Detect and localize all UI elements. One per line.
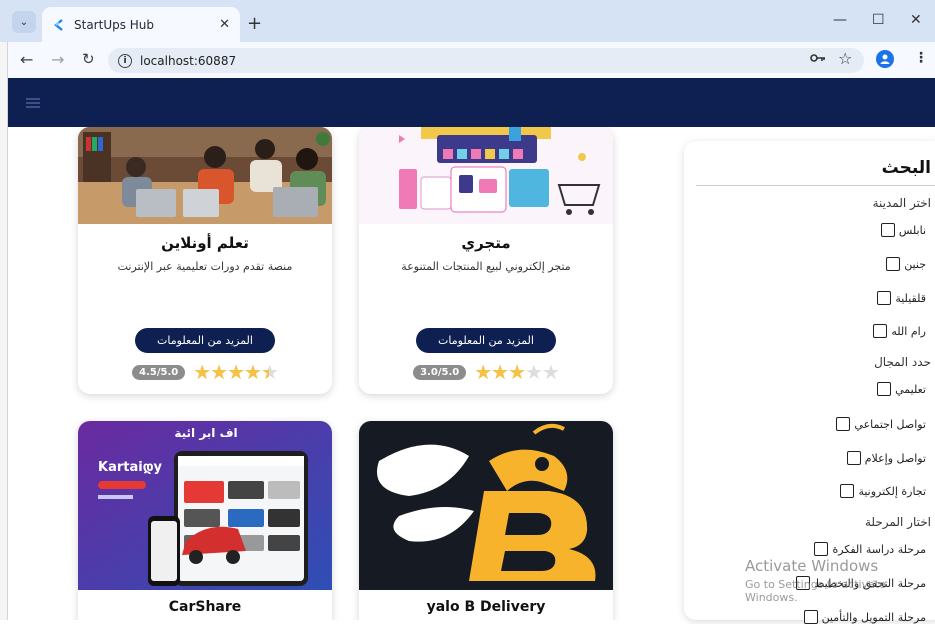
checkbox[interactable]: [803, 610, 818, 624]
tab-search-dropdown-button[interactable]: ⌄: [12, 11, 36, 33]
checkbox-label: تجارة إلكترونية: [858, 484, 926, 498]
checkbox-label: مرحلة التمويل والتأمين: [821, 610, 926, 624]
startup-image-my-store: [359, 127, 613, 224]
password-key-icon[interactable]: [810, 52, 826, 68]
search-title: البحث: [881, 158, 931, 178]
window-left-edge: [0, 42, 8, 620]
checkbox[interactable]: [880, 223, 895, 237]
checkbox-label: تواصل وإعلام: [864, 451, 926, 465]
startup-name: تعلم أونلاين: [161, 234, 249, 252]
checkbox[interactable]: [846, 451, 861, 465]
startup-description: منصة تقدم دورات تعليمية عبر الإنترنت: [117, 260, 293, 273]
site-info-icon[interactable]: i: [118, 53, 132, 68]
checkbox-label: جنين: [904, 257, 926, 271]
address-bar[interactable]: i localhost:60887: [108, 48, 864, 73]
checkbox-label: مرحلة دراسة الفكرة: [832, 542, 926, 556]
activate-windows-hint: Go to Settings to activate Windows.: [745, 578, 886, 604]
minimize-button[interactable]: —: [833, 12, 847, 28]
activate-windows-watermark: Activate Windows: [745, 557, 879, 575]
stage-filter-idea[interactable]: مرحلة دراسة الفكرة: [814, 542, 926, 556]
more-info-button[interactable]: المزيد من المعلومات: [135, 328, 275, 353]
browser-menu-icon[interactable]: ⋮: [914, 50, 928, 66]
back-button[interactable]: ←: [20, 50, 33, 69]
startup-description: متجر إلكتروني لبيع المنتجات المتنوعة: [401, 260, 571, 273]
stage-filter-funding[interactable]: مرحلة التمويل والتأمين: [803, 610, 926, 624]
checkbox-label: رام الله: [891, 324, 926, 338]
city-filter-qalqilya[interactable]: قلقيلية: [877, 291, 926, 305]
checkbox[interactable]: [836, 417, 851, 431]
star-rating: ★★★★★★★★★★: [193, 360, 279, 384]
tab-close-icon[interactable]: ✕: [219, 17, 230, 32]
checkbox-label: تواصل اجتماعي: [854, 417, 926, 431]
checkbox-label: تعليمي: [895, 382, 926, 396]
startup-name: متجري: [461, 234, 511, 252]
checkbox[interactable]: [873, 324, 888, 338]
bookmark-star-icon[interactable]: ☆: [838, 49, 852, 68]
startup-card-carshare: اف ابر ائية Kartaiდy CarShare: [78, 421, 332, 620]
rating-row: 3.0/5.0 ★★★★★★★★★★: [359, 362, 613, 382]
field-heading: حدد المجال: [874, 355, 931, 369]
divider: [696, 185, 935, 186]
rating-row: 4.5/5.0 ★★★★★★★★★★: [78, 362, 332, 382]
city-heading: اختر المدينة: [872, 196, 931, 210]
rating-badge: 3.0/5.0: [413, 364, 467, 380]
app-header: [8, 78, 935, 127]
maximize-button[interactable]: ☐: [872, 12, 885, 28]
more-info-button[interactable]: المزيد من المعلومات: [416, 328, 556, 353]
startup-image-online-learning: [78, 127, 332, 224]
tab-title: StartUps Hub: [74, 17, 155, 32]
field-filter-social[interactable]: تواصل اجتماعي: [836, 417, 926, 431]
close-window-button[interactable]: ✕: [910, 12, 922, 28]
favicon-icon: [52, 18, 66, 32]
checkbox-label: نابلس: [898, 223, 926, 237]
hamburger-menu-icon[interactable]: [26, 98, 40, 108]
field-filter-ecommerce[interactable]: تجارة إلكترونية: [840, 484, 926, 498]
city-filter-nablus[interactable]: نابلس: [880, 223, 926, 237]
reload-button[interactable]: ↻: [82, 50, 95, 68]
browser-tab[interactable]: StartUps Hub ✕: [42, 7, 240, 42]
startup-name: CarShare: [168, 599, 242, 615]
stage-heading: اختار المرحلة: [864, 515, 931, 529]
startup-name: yalo B Delivery: [426, 599, 546, 615]
field-filter-educational[interactable]: تعليمي: [877, 382, 926, 396]
profile-avatar[interactable]: [876, 50, 894, 68]
checkbox[interactable]: [840, 484, 855, 498]
new-tab-button[interactable]: +: [247, 13, 262, 34]
url-text: localhost:60887: [140, 53, 237, 68]
city-filter-ramallah[interactable]: رام الله: [873, 324, 926, 338]
startup-card-yalo-b-delivery: yalo B Delivery: [359, 421, 613, 620]
field-filter-media[interactable]: تواصل وإعلام: [846, 451, 926, 465]
startup-image-carshare: اف ابر ائية Kartaiდy: [78, 421, 332, 590]
checkbox[interactable]: [886, 257, 901, 271]
startup-card-my-store: متجري متجر إلكتروني لبيع المنتجات المتنو…: [359, 127, 613, 394]
startup-image-yalo-b-delivery: [359, 421, 613, 590]
startup-card-online-learning: تعلم أونلاين منصة تقدم دورات تعليمية عبر…: [78, 127, 332, 394]
search-filter-sidebar: البحث اختر المدينة نابلس جنين قلقيلية را…: [684, 141, 935, 624]
checkbox-label: قلقيلية: [895, 291, 926, 305]
city-filter-jenin[interactable]: جنين: [886, 257, 926, 271]
checkbox[interactable]: [877, 382, 892, 396]
checkbox[interactable]: [877, 291, 892, 305]
carshare-image-brand: Kartaiდy: [98, 460, 163, 475]
carshare-image-heading: اف ابر ائية: [174, 426, 237, 440]
forward-button[interactable]: →: [51, 50, 64, 69]
rating-badge: 4.5/5.0: [132, 364, 186, 380]
checkbox[interactable]: [814, 542, 829, 556]
star-rating: ★★★★★★★★★★: [474, 360, 560, 384]
